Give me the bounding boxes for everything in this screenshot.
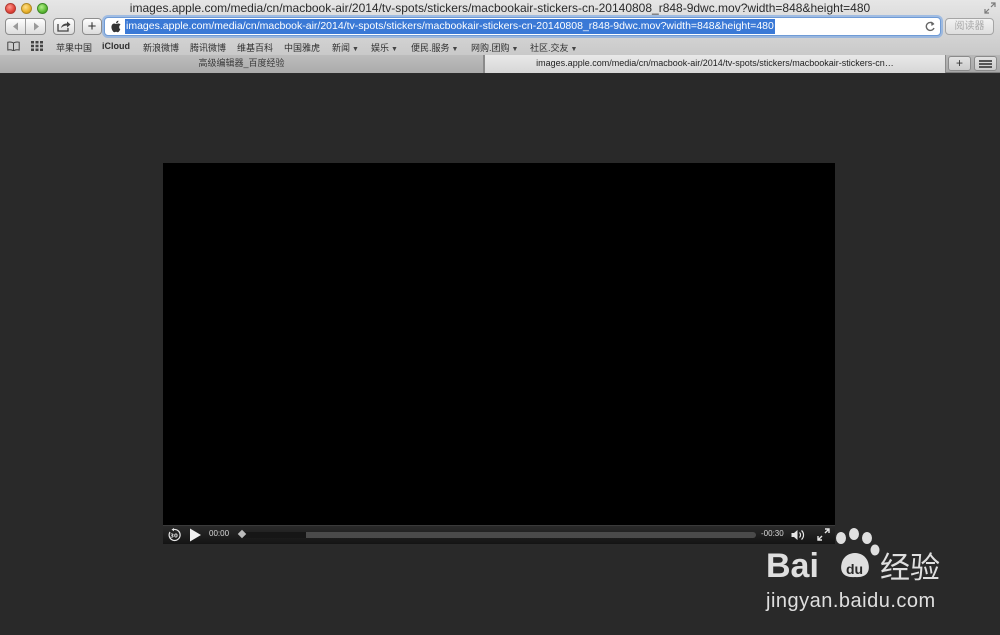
reader-button[interactable]: 阅读器 [945,18,994,35]
bookmark-folder-label: 新闻 [332,43,351,53]
tab-baidu-editor[interactable]: 高级编辑器_百度经验 [0,55,484,73]
bookmark-folder-entertainment[interactable]: 娱乐 ▼ [371,41,398,54]
bookmark-apple-china[interactable]: 苹果中国 [56,41,92,54]
svg-text:du: du [846,561,863,577]
watermark-url: jingyan.baidu.com [766,590,936,612]
svg-text:Bai: Bai [766,547,819,585]
back-button[interactable] [6,19,25,34]
back-arrow-icon [12,22,18,31]
back-forward-group [5,18,46,35]
forward-arrow-icon [33,22,39,31]
window-title: images.apple.com/media/cn/macbook-air/20… [129,1,871,15]
bookmark-folder-label: 网购.团购 [471,43,510,53]
new-tab-button[interactable]: + [948,56,971,71]
apple-logo-icon [111,20,121,33]
skip-back-label: 30 [170,533,178,539]
bookmark-folder-label: 便民.服务 [411,43,450,53]
title-bar: images.apple.com/media/cn/macbook-air/20… [0,0,1000,16]
bookmark-wikipedia[interactable]: 维基百科 [237,41,273,54]
tab-apple-video[interactable]: images.apple.com/media/cn/macbook-air/20… [484,55,946,73]
skip-back-30-icon[interactable]: 30 [167,528,181,542]
baidu-logo-icon: Bai du 经验 [766,528,940,586]
address-text[interactable]: images.apple.com/media/cn/macbook-air/20… [125,19,775,34]
address-bar[interactable]: images.apple.com/media/cn/macbook-air/20… [104,17,941,36]
bookmark-folder-shopping[interactable]: 网购.团购 ▼ [471,41,518,54]
scrub-loaded-region [239,532,307,538]
reload-icon[interactable] [924,20,936,33]
chevron-down-icon: ▼ [570,46,578,53]
video-frame[interactable] [163,163,835,543]
bookmark-sina-weibo[interactable]: 新浪微博 [143,41,179,54]
video-controls: 30 00:00 -00:30 [163,525,835,544]
reading-list-icon[interactable] [7,41,20,51]
baidu-jingyan-watermark: Bai du 经验 jingyan.baidu.com [766,528,986,628]
time-elapsed: 00:00 [209,529,230,538]
chevron-down-icon: ▼ [511,46,519,53]
play-icon[interactable] [188,528,202,542]
bookmark-folder-community[interactable]: 社区.交友 ▼ [530,41,577,54]
browser-chrome: images.apple.com/media/cn/macbook-air/20… [0,0,1000,56]
chevron-down-icon: ▼ [391,46,398,53]
chevron-down-icon: ▼ [451,46,459,53]
bookmark-folder-services[interactable]: 便民.服务 ▼ [411,41,458,54]
browser-window: images.apple.com/media/cn/macbook-air/20… [0,0,1000,635]
bookmark-yahoo-china[interactable]: 中国雅虎 [284,41,320,54]
bookmark-icloud[interactable]: iCloud [102,41,130,51]
tab-list-icon [979,59,992,68]
forward-button[interactable] [25,19,45,34]
svg-text:经验: 经验 [880,551,940,586]
bookmarks-bar: 苹果中国 iCloud 新浪微博 腾讯微博 维基百科 中国雅虎 新闻 ▼ 娱乐 ▼ … [0,38,1000,55]
share-button[interactable] [53,18,75,35]
tab-bar: 高级编辑器_百度经验 images.apple.com/media/cn/mac… [0,55,1000,73]
add-bookmark-button[interactable]: + [82,18,102,35]
enter-fullscreen-icon[interactable] [984,2,996,14]
bookmark-folder-label: 娱乐 [371,43,390,53]
bookmark-tencent-weibo[interactable]: 腾讯微博 [190,41,226,54]
top-sites-icon[interactable] [31,41,43,51]
toolbar: + images.apple.com/media/cn/macbook-air/… [0,16,1000,38]
chevron-down-icon: ▼ [352,46,359,53]
share-icon [57,21,71,32]
bookmark-folder-news[interactable]: 新闻 ▼ [332,41,359,54]
tab-overview-button[interactable] [974,56,997,71]
scrub-bar[interactable] [239,532,756,538]
bookmark-folder-label: 社区.交友 [530,43,569,53]
